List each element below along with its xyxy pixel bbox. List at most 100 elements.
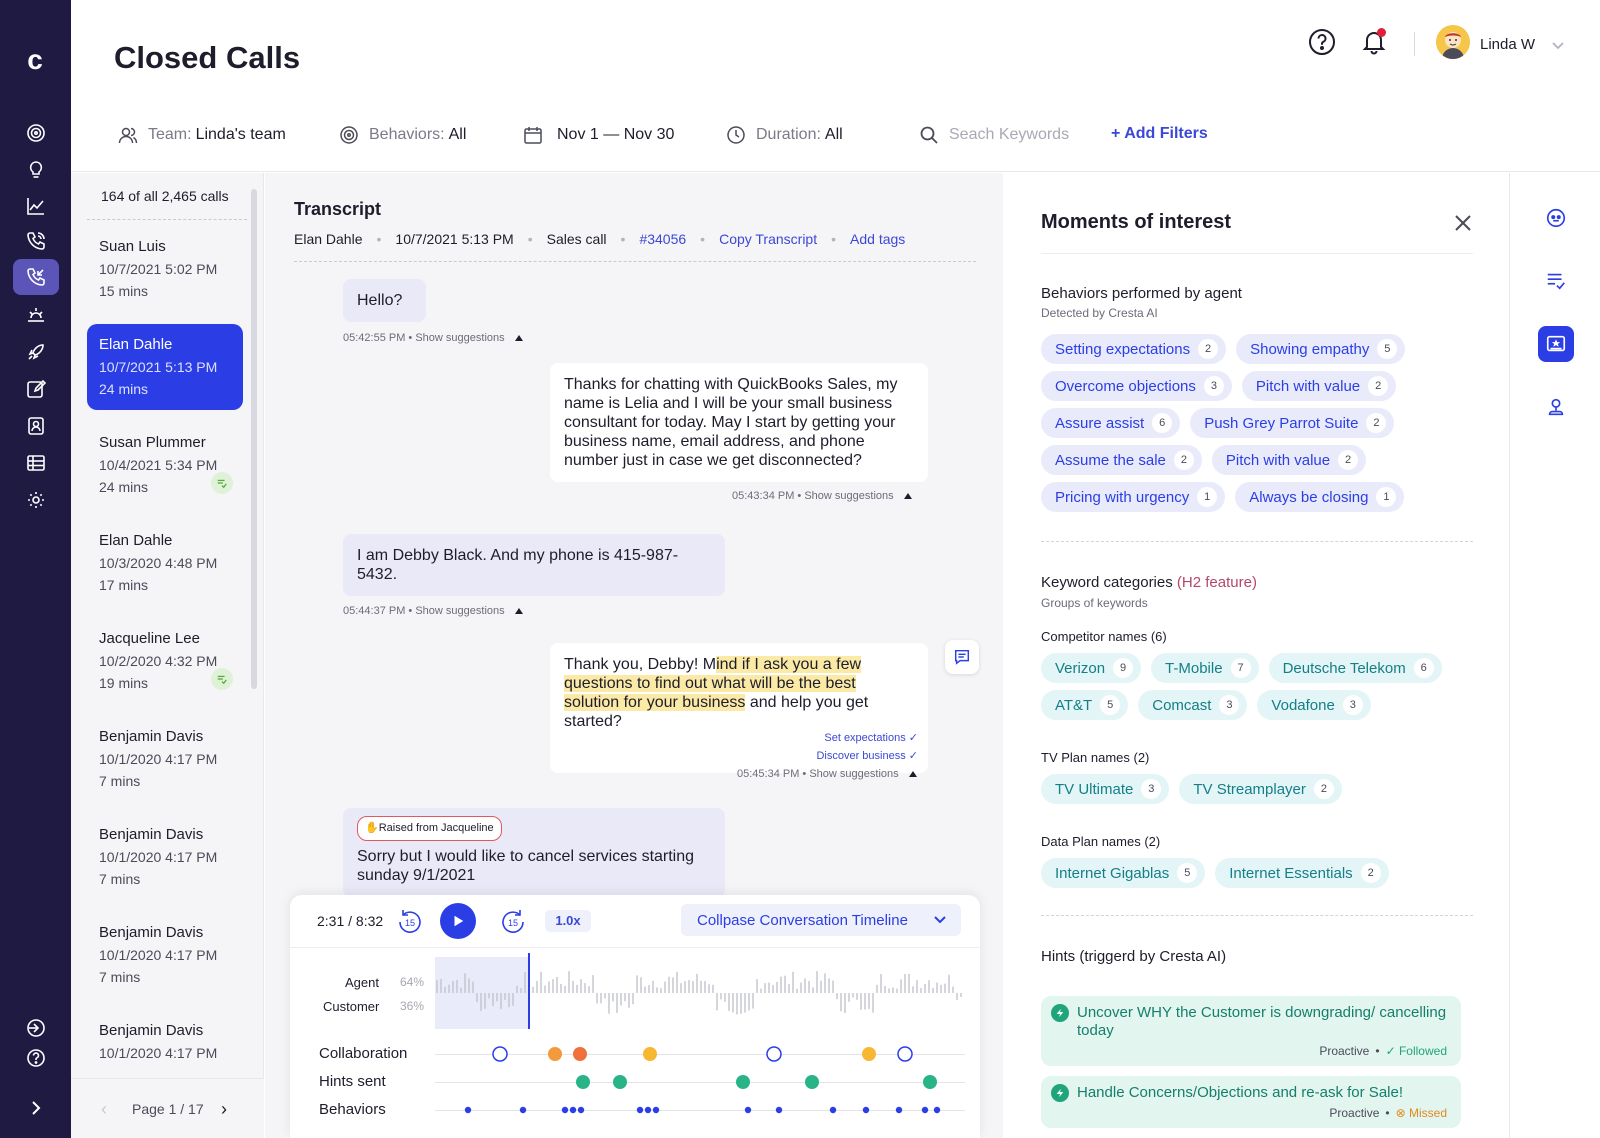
behavior-marker[interactable] (775, 1106, 783, 1114)
sunrise-icon[interactable] (13, 297, 59, 333)
contact-icon[interactable] (13, 408, 59, 444)
set-expectations-link[interactable]: Set expectations ✓ (816, 729, 918, 747)
behaviors-filter[interactable]: Behaviors: All (339, 125, 466, 145)
behavior-marker[interactable] (561, 1106, 569, 1114)
call-list-item[interactable]: Elan Dahle 10/3/2020 4:48 PM 17 mins (87, 520, 243, 606)
call-list-item[interactable]: Susan Plummer 10/4/2021 5:34 PM 24 mins (87, 422, 243, 508)
forward-15-icon[interactable]: 15 (498, 907, 528, 937)
ear-marker-icon[interactable] (862, 1047, 876, 1061)
phone-incoming-icon[interactable] (13, 259, 59, 295)
behavior-chip[interactable]: Setting expectations 2 (1041, 334, 1227, 364)
search-input[interactable]: Seach Keywords (919, 125, 1069, 145)
collapse-timeline-button[interactable]: Collpase Conversation Timeline (681, 904, 961, 936)
table-icon[interactable] (13, 445, 59, 481)
add-tags-link[interactable]: Add tags (850, 231, 905, 247)
edit-icon[interactable] (13, 371, 59, 407)
next-page-button[interactable]: › (221, 1099, 227, 1120)
behavior-marker[interactable] (933, 1106, 941, 1114)
keyword-chip[interactable]: TV Streamplayer 2 (1179, 774, 1342, 804)
behavior-chip[interactable]: Assume the sale 2 (1041, 445, 1202, 475)
behavior-chip[interactable]: Assure assist 6 (1041, 408, 1181, 438)
lightbulb-icon[interactable] (13, 152, 59, 188)
call-id-link[interactable]: #34056 (639, 231, 686, 247)
ear-marker-icon[interactable] (643, 1047, 657, 1061)
behavior-marker[interactable] (577, 1106, 585, 1114)
behavior-marker[interactable] (636, 1106, 644, 1114)
show-suggestions-link[interactable]: Show suggestions (809, 768, 898, 780)
add-filters-button[interactable]: + Add Filters (1111, 125, 1208, 143)
user-pin-icon[interactable] (1538, 389, 1574, 425)
behavior-marker[interactable] (464, 1106, 472, 1114)
avatar[interactable] (1436, 25, 1470, 59)
date-filter[interactable]: Nov 1 — Nov 30 (523, 125, 674, 145)
behavior-chip[interactable]: Pitch with value 2 (1211, 445, 1367, 475)
target-icon[interactable] (13, 115, 59, 151)
caret-up-icon[interactable] (514, 608, 523, 614)
keyword-chip[interactable]: Verizon 9 (1041, 653, 1142, 683)
keyword-chip[interactable]: Internet Gigablas 5 (1041, 858, 1206, 888)
behavior-marker[interactable] (519, 1106, 527, 1114)
keyword-chip[interactable]: Vodafone 3 (1257, 690, 1371, 720)
help-icon[interactable] (1308, 28, 1336, 56)
behavior-marker[interactable] (862, 1106, 870, 1114)
behavior-marker[interactable] (895, 1106, 903, 1114)
call-list-item[interactable]: Elan Dahle 10/7/2021 5:13 PM 24 mins (87, 324, 243, 410)
duration-filter[interactable]: Duration: All (726, 125, 843, 145)
behavior-marker[interactable] (644, 1106, 652, 1114)
close-icon[interactable] (1453, 213, 1473, 233)
moments-star-icon[interactable] (1538, 326, 1574, 362)
keyword-chip[interactable]: T-Mobile 7 (1151, 653, 1259, 683)
chat-marker-icon[interactable] (492, 1046, 508, 1062)
flag-marker-icon[interactable] (548, 1047, 562, 1061)
behavior-chip[interactable]: Push Grey Parrot Suite 2 (1190, 408, 1395, 438)
chevron-right-icon[interactable] (13, 1090, 59, 1126)
behavior-marker[interactable] (744, 1106, 752, 1114)
behavior-marker[interactable] (921, 1106, 929, 1114)
behavior-chip[interactable]: Pitch with value 2 (1241, 371, 1397, 401)
call-list-item[interactable]: Benjamin Davis 10/1/2020 4:17 PM 7 mins (87, 912, 243, 998)
chevron-down-icon[interactable] (1551, 38, 1565, 50)
hint-card[interactable]: Handle Concerns/Objections and re-ask fo… (1041, 1076, 1461, 1128)
user-name[interactable]: Linda W (1480, 36, 1535, 53)
caret-up-icon[interactable] (908, 771, 917, 777)
settings-icon[interactable] (13, 482, 59, 518)
speed-button[interactable]: 1.0x (545, 910, 591, 932)
timeline-markers[interactable] (435, 1035, 965, 1125)
behavior-marker[interactable] (569, 1106, 577, 1114)
behavior-marker[interactable] (652, 1106, 660, 1114)
behavior-chip[interactable]: Pricing with urgency 1 (1041, 482, 1226, 512)
behavior-marker[interactable] (829, 1106, 837, 1114)
waveform[interactable] (435, 957, 965, 1029)
playhead[interactable] (528, 953, 530, 1029)
call-list-item[interactable]: Benjamin Davis 10/1/2020 4:17 PM 7 mins (87, 814, 243, 900)
behavior-chip[interactable]: Always be closing 1 (1235, 482, 1405, 512)
bot-icon[interactable] (1538, 200, 1574, 236)
hint-marker-icon[interactable] (576, 1075, 590, 1089)
team-filter[interactable]: Team: Linda's team (118, 125, 286, 145)
behavior-chip[interactable]: Showing empathy 5 (1236, 334, 1406, 364)
rewind-15-icon[interactable]: 15 (395, 907, 425, 937)
hint-marker-icon[interactable] (805, 1075, 819, 1089)
prev-page-button[interactable]: ‹ (101, 1099, 107, 1120)
keyword-chip[interactable]: Deutsche Telekom 6 (1268, 653, 1442, 683)
app-logo[interactable]: c (20, 45, 50, 75)
phone-icon[interactable] (13, 223, 59, 259)
hint-marker-icon[interactable] (613, 1075, 627, 1089)
discover-business-link[interactable]: Discover business ✓ (816, 747, 918, 765)
call-list-item[interactable]: Benjamin Davis 10/1/2020 4:17 PM 7 mins (87, 716, 243, 802)
play-button[interactable] (440, 903, 476, 939)
chat-marker-icon[interactable] (766, 1046, 782, 1062)
rocket-icon[interactable] (13, 334, 59, 370)
chat-marker-icon[interactable] (897, 1046, 913, 1062)
copy-transcript-link[interactable]: Copy Transcript (719, 231, 817, 247)
call-list-item[interactable]: Suan Luis 10/7/2021 5:02 PM 15 mins (87, 226, 243, 312)
keyword-chip[interactable]: AT&T 5 (1041, 690, 1129, 720)
hint-card[interactable]: Uncover WHY the Customer is downgrading/… (1041, 996, 1461, 1066)
comment-icon[interactable] (945, 640, 979, 674)
keyword-chip[interactable]: Comcast 3 (1138, 690, 1248, 720)
show-suggestions-link[interactable]: Show suggestions (415, 332, 504, 344)
caret-up-icon[interactable] (903, 493, 912, 499)
caret-up-icon[interactable] (514, 335, 523, 341)
show-suggestions-link[interactable]: Show suggestions (804, 490, 893, 502)
keyword-chip[interactable]: Internet Essentials 2 (1215, 858, 1389, 888)
